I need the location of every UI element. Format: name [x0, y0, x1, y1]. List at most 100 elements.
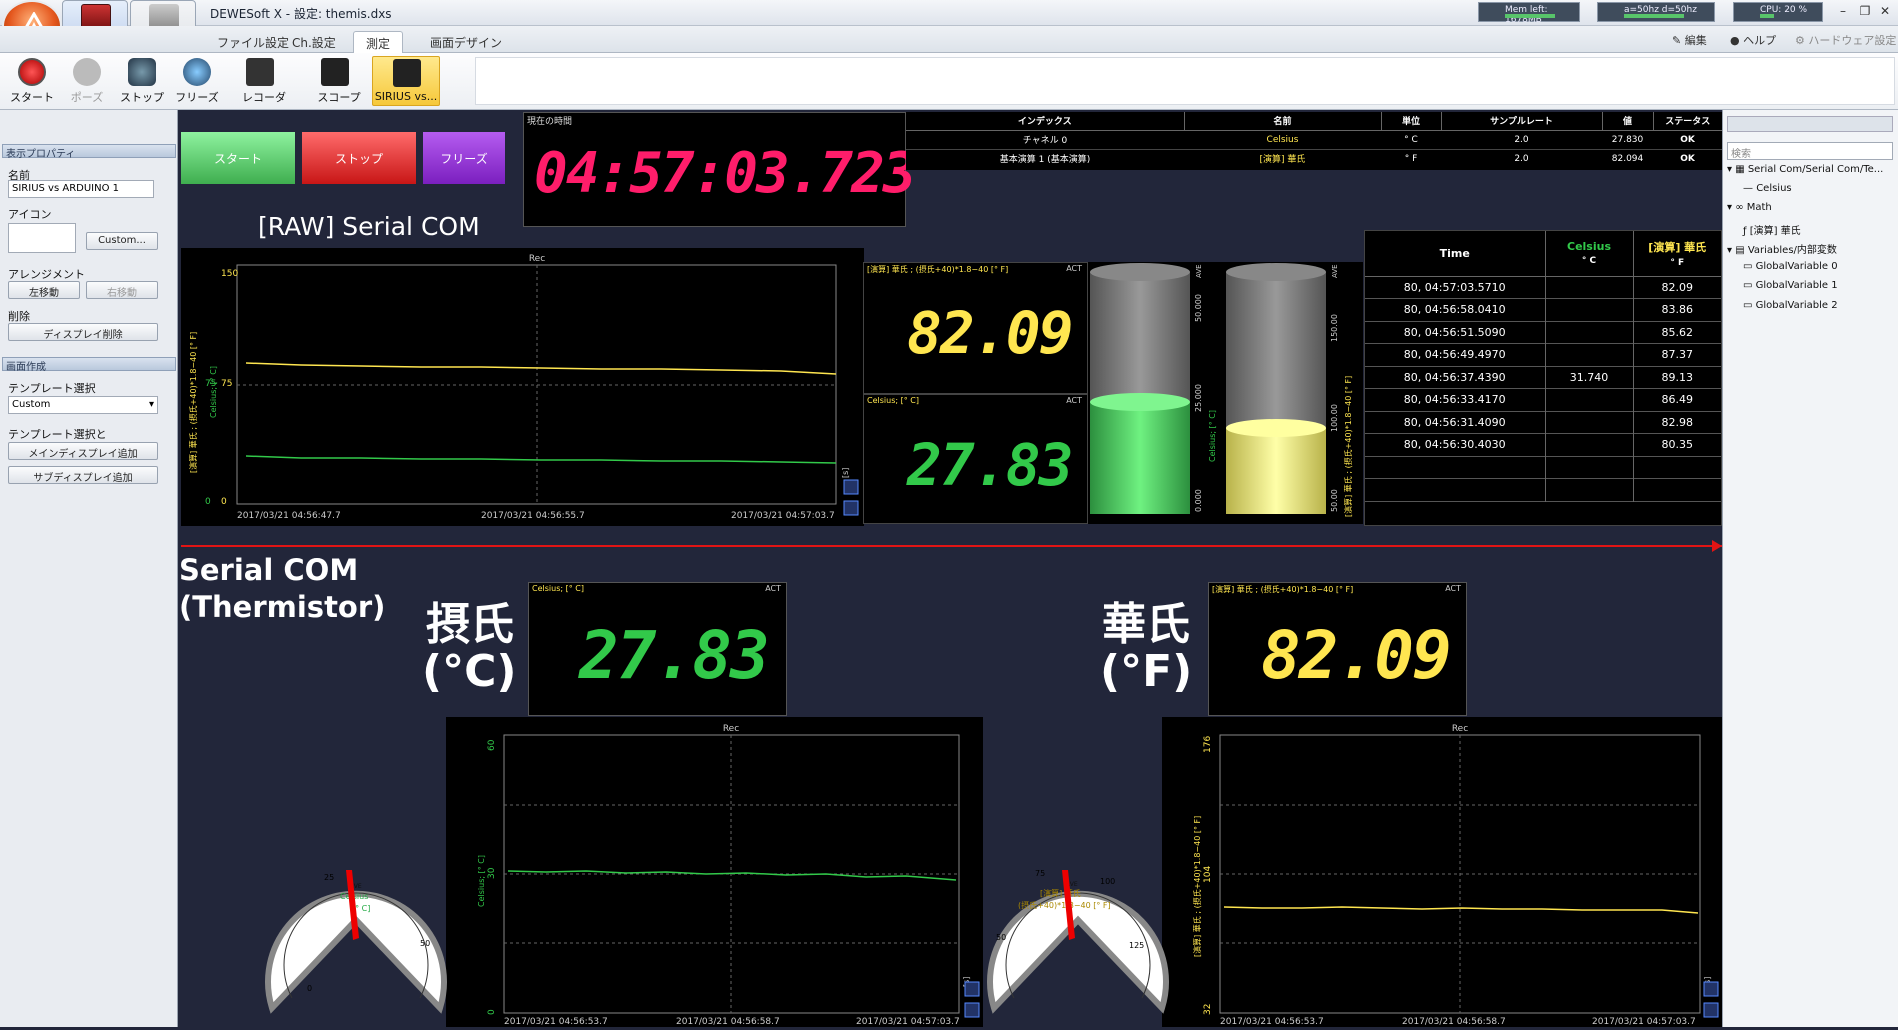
tank-tick: 25.000: [1194, 384, 1203, 412]
channel-row[interactable]: 基本演算 1 (基本演算) [演算] 華氏 ° F 2.0 82.094 OK: [906, 149, 1722, 168]
table-row[interactable]: 80, 04:56:31.4090 82.98: [1365, 411, 1721, 434]
col-index[interactable]: インデックス: [906, 112, 1185, 130]
table-row[interactable]: 80, 04:56:33.4170 86.49: [1365, 388, 1721, 411]
col-status[interactable]: ステータス: [1653, 112, 1722, 130]
table-row[interactable]: 80, 04:56:51.5090 85.62: [1365, 321, 1721, 344]
tab-measure[interactable]: 測定: [353, 31, 404, 53]
screen-create-header[interactable]: 画面作成: [2, 357, 176, 373]
table-cell: [1365, 478, 1546, 501]
col-value[interactable]: 値: [1602, 112, 1654, 130]
tree-global-var-1[interactable]: ▭ GlobalVariable 1: [1743, 280, 1838, 291]
zoom-in-icon[interactable]: [1703, 981, 1719, 997]
tab-screen-design[interactable]: 画面デザイン: [418, 31, 514, 53]
title-bar: DEWESoft X - 設定: themis.dxs Mem left: 16…: [0, 0, 1898, 26]
channel-search-input[interactable]: 検索: [1727, 142, 1893, 160]
gauge-tick: 50: [996, 933, 1006, 942]
meter-label: Celsius; [° C]: [867, 396, 919, 405]
zoom-out-icon[interactable]: [1703, 1002, 1719, 1018]
tree-math[interactable]: ▾ ∞ Math: [1727, 202, 1772, 213]
zoom-in-icon[interactable]: [843, 479, 859, 495]
start-control-button[interactable]: スタート: [181, 132, 295, 184]
zoom-in-icon[interactable]: [964, 981, 980, 997]
fahrenheit-recorder-chart[interactable]: Rec 176 104 32 [演算] 華氏 ; (摂氏+40)*1.8−40 …: [1162, 717, 1722, 1027]
tree-global-var-0[interactable]: ▭ GlobalVariable 0: [1743, 261, 1838, 272]
col-time[interactable]: Time: [1365, 231, 1546, 276]
table-row[interactable]: 80, 04:56:49.4970 87.37: [1365, 343, 1721, 366]
celsius-recorder-chart[interactable]: Rec 60 30 0 Celsius; [° C] 2017/03/21 04…: [446, 717, 983, 1027]
gauge-fahrenheit[interactable]: 50 75 100 125 AVE [演算] 華氏 (摂氏+40)*1.8−40…: [984, 848, 1172, 1018]
right-channel-panel: 検索 ▾ ▦ Serial Com/Serial Com/Te... — Cel…: [1722, 110, 1898, 1027]
properties-header[interactable]: 表示プロパティ: [2, 144, 176, 160]
big-meter-celsius[interactable]: Celsius; [° C] ACT 27.83: [528, 582, 787, 716]
table-row[interactable]: 80, 04:57:03.5710 82.09: [1365, 276, 1721, 299]
table-row[interactable]: 80, 04:56:37.4390 31.740 89.13: [1365, 366, 1721, 389]
clock-display[interactable]: 現在の時間 04:57:03.723: [523, 112, 917, 227]
tree-celsius[interactable]: — Celsius: [1743, 183, 1792, 194]
freeze-label: フリーズ: [175, 91, 219, 104]
help-link[interactable]: ● ヘルプ: [1730, 32, 1776, 48]
serial-com-subtitle: (Thermistor): [179, 590, 386, 624]
table-row[interactable]: [1365, 478, 1721, 501]
tank-displays[interactable]: 0.000 25.000 50.000 AVE Celsius; [° C] 5…: [1088, 262, 1363, 524]
tab-channel-settings[interactable]: Ch.設定: [280, 31, 348, 53]
move-right-button[interactable]: 右移動: [86, 281, 158, 299]
table-row[interactable]: [1365, 456, 1721, 479]
add-sub-display-button[interactable]: サブディスプレイ追加: [8, 466, 158, 484]
meter-label: [演算] 華氏 ; (摂氏+40)*1.8−40 [° F]: [1212, 585, 1354, 594]
pause-button[interactable]: ポーズ: [61, 56, 113, 106]
col-celsius[interactable]: Celsius ° C: [1545, 231, 1634, 276]
tank-tick: 50.000: [1194, 294, 1203, 322]
add-main-display-button[interactable]: メインディスプレイ追加: [8, 442, 158, 460]
hardware-settings-link[interactable]: ⚙ ハードウェア設定: [1795, 32, 1896, 48]
table-row[interactable]: 80, 04:56:58.0410 83.86: [1365, 298, 1721, 321]
freeze-button[interactable]: フリーズ: [171, 56, 223, 106]
restore-icon[interactable]: ❐: [1854, 4, 1876, 18]
stop-control-button[interactable]: ストップ: [302, 132, 416, 184]
table-row[interactable]: 80, 04:56:30.4030 80.35: [1365, 433, 1721, 456]
edit-link[interactable]: ✎ 編集: [1672, 32, 1707, 48]
zoom-out-icon[interactable]: [964, 1002, 980, 1018]
tree-fahrenheit[interactable]: ƒ [演算] 華氏: [1743, 222, 1801, 237]
sync-bar: [1624, 14, 1684, 18]
name-input[interactable]: SIRIUS vs ARDUINO 1: [8, 180, 154, 198]
channel-table-header: インデックス 名前 単位 サンプルレート 値 ステータス: [906, 112, 1722, 130]
data-table: Time Celsius ° C [演算] 華氏 ° F 80, 04:57:03.…: [1365, 231, 1721, 502]
tanks-svg: 0.000 25.000 50.000 AVE Celsius; [° C] 5…: [1090, 263, 1353, 517]
tree-serial-com[interactable]: ▾ ▦ Serial Com/Serial Com/Te...: [1727, 164, 1883, 175]
close-icon[interactable]: ✕: [1874, 4, 1896, 18]
channel-list-display[interactable]: インデックス 名前 単位 サンプルレート 値 ステータス チャネル 0 Celsi…: [906, 112, 1722, 170]
tree-variables[interactable]: ▾ ▤ Variables/内部変数: [1727, 241, 1837, 256]
col-fahrenheit[interactable]: [演算] 華氏 ° F: [1633, 231, 1721, 276]
minimize-icon[interactable]: –: [1832, 4, 1854, 18]
tree-global-var-2[interactable]: ▭ GlobalVariable 2: [1743, 300, 1838, 311]
col-rate[interactable]: サンプルレート: [1441, 112, 1603, 130]
digital-meter-fahrenheit[interactable]: [演算] 華氏 ; (摂氏+40)*1.8−40 [° F] ACT 82.09: [863, 262, 1088, 394]
delete-display-button[interactable]: ディスプレイ削除: [8, 323, 158, 341]
zoom-out-icon[interactable]: [843, 500, 859, 516]
channel-row[interactable]: チャネル 0 Celsius ° C 2.0 27.830 OK: [906, 130, 1722, 149]
custom-icon-button[interactable]: Custom...: [86, 232, 158, 250]
stop-button[interactable]: ストップ: [116, 56, 168, 106]
sirius-display-button[interactable]: SIRIUS vs...: [372, 56, 440, 106]
icon-select[interactable]: [8, 223, 76, 253]
raw-recorder-chart[interactable]: Rec 150 75 0 75 0 [演算] 華氏 ; (摂氏+40)*1.8−…: [181, 248, 864, 526]
scope-button[interactable]: スコープ: [309, 56, 369, 106]
freeze-control-button[interactable]: フリーズ: [423, 132, 505, 184]
table-cell: 80, 04:56:30.4030: [1365, 433, 1546, 456]
display-icon: [393, 59, 421, 87]
table-cell: 83.86: [1661, 303, 1694, 317]
start-button[interactable]: スタート: [6, 56, 58, 106]
tank-label: Celsius; [° C]: [1208, 410, 1217, 462]
big-meter-fahrenheit[interactable]: [演算] 華氏 ; (摂氏+40)*1.8−40 [° F] ACT 82.09: [1208, 582, 1467, 716]
col-name[interactable]: 名前: [1184, 112, 1382, 130]
tank-c-fill: [1090, 402, 1190, 514]
digital-meter-celsius[interactable]: Celsius; [° C] ACT 27.83: [863, 394, 1088, 524]
col-unit[interactable]: 単位: [1381, 112, 1442, 130]
gauge-face: [987, 890, 1169, 1014]
template-select[interactable]: Custom ▾: [8, 396, 158, 414]
move-left-button[interactable]: 左移動: [8, 281, 80, 299]
recorder-button[interactable]: レコーダ: [234, 56, 294, 106]
gauge-celsius[interactable]: 0 25 50 AVE Celsius [° C]: [262, 848, 450, 1018]
data-table-display[interactable]: Time Celsius ° C [演算] 華氏 ° F 80, 04:57:03.…: [1364, 230, 1722, 526]
ytick: 75: [221, 379, 232, 389]
